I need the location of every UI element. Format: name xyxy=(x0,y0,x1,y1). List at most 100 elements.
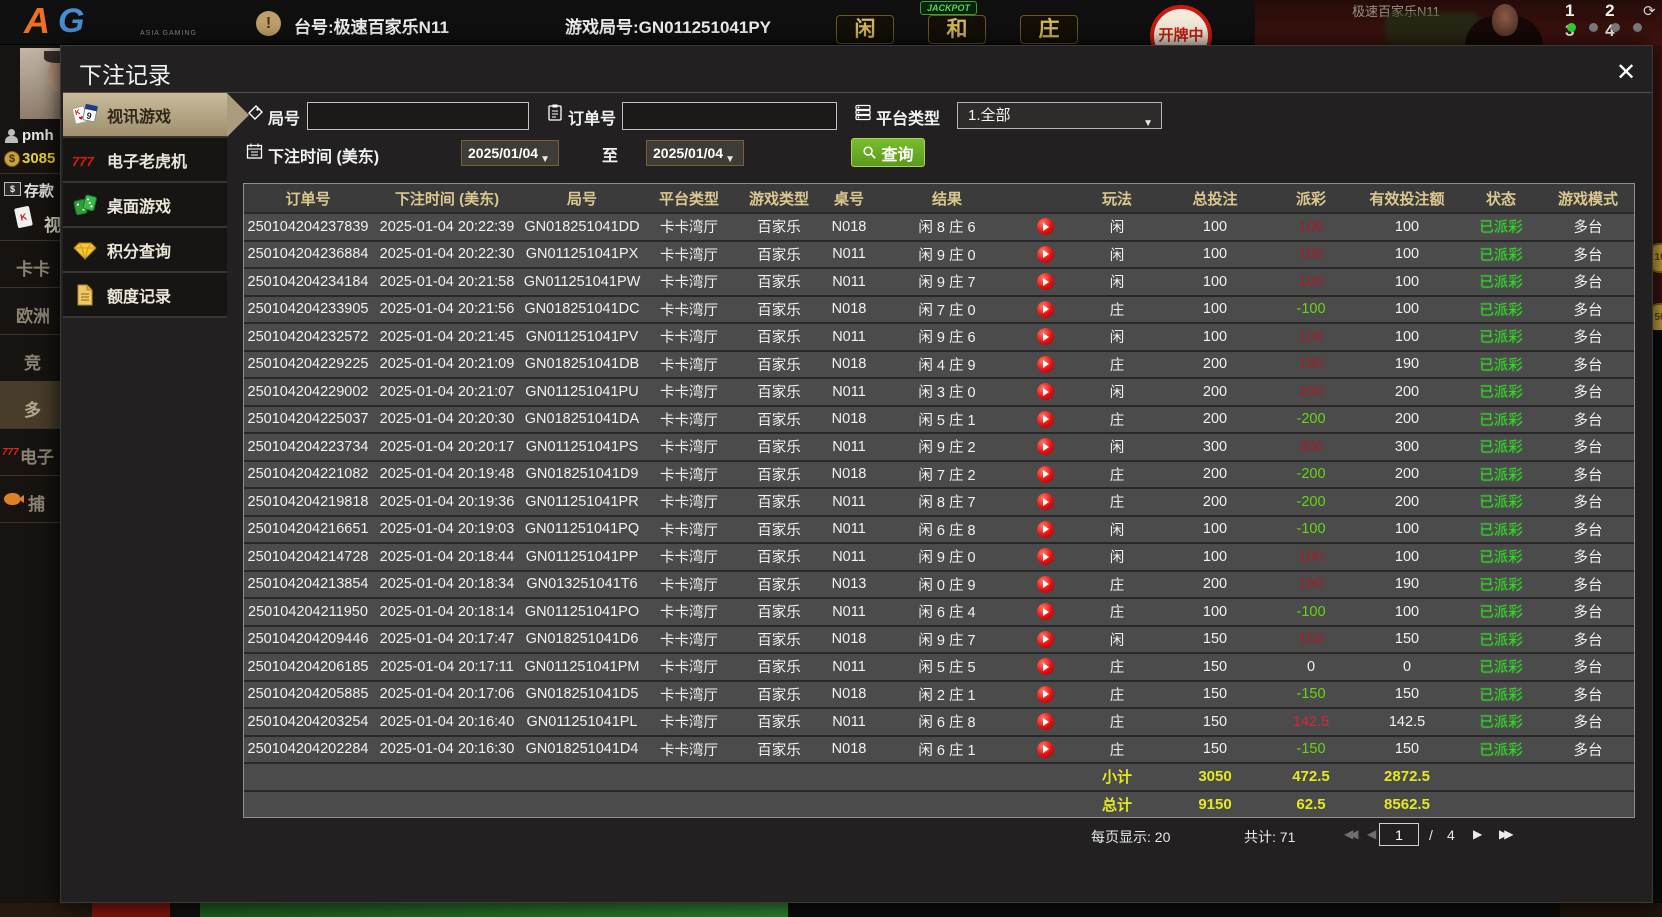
replay-icon[interactable] xyxy=(1036,713,1054,731)
replay-icon[interactable] xyxy=(1036,658,1054,676)
replay-icon[interactable] xyxy=(1036,465,1054,483)
table-row[interactable]: 250104204216651 2025-01-04 20:19:03 GN0112… xyxy=(244,514,1634,542)
bg-category-europe[interactable]: 欧洲 xyxy=(16,302,50,327)
table-row[interactable]: 250104204229225 2025-01-04 20:21:09 GN0182… xyxy=(244,349,1634,377)
cell-play: 庄 xyxy=(1109,715,1125,732)
table-row[interactable]: 250104204225037 2025-01-04 20:20:30 GN0182… xyxy=(244,404,1634,432)
menu-item-quota[interactable]: 额度记录 xyxy=(63,273,227,318)
cell-payout: 100 xyxy=(1298,328,1324,345)
menu-item-table-games[interactable]: 桌面游戏 xyxy=(63,183,227,228)
table-row[interactable]: 250104204213854 2025-01-04 20:18:34 GN0132… xyxy=(244,569,1634,597)
menu-label: 额度记录 xyxy=(107,288,172,306)
replay-icon[interactable] xyxy=(1036,300,1054,318)
replay-icon[interactable] xyxy=(1036,355,1054,373)
cell-table: N011 xyxy=(832,328,866,345)
cell-mode: 多台 xyxy=(1573,357,1603,374)
cell-payout: -100 xyxy=(1296,301,1326,318)
replay-icon[interactable] xyxy=(1036,328,1054,346)
search-button[interactable]: 查询 xyxy=(851,138,925,167)
date-to-picker[interactable]: 2025/01/04 ▼ xyxy=(646,140,744,166)
table-row[interactable]: 250104204202284 2025-01-04 20:16:30 GN0182… xyxy=(244,734,1634,762)
table-row[interactable]: 250104204214728 2025-01-04 20:18:44 GN0112… xyxy=(244,542,1634,570)
bg-category-slots[interactable]: 电子 xyxy=(20,443,54,468)
bet-banker-button[interactable]: 庄 xyxy=(1020,15,1078,44)
menu-item-points[interactable]: 积分查询 xyxy=(63,228,227,273)
replay-icon[interactable] xyxy=(1036,273,1054,291)
replay-icon[interactable] xyxy=(1036,383,1054,401)
table-row[interactable]: 250104204237839 2025-01-04 20:22:39 GN0182… xyxy=(244,212,1634,240)
replay-icon[interactable] xyxy=(1036,410,1054,428)
bg-category-fishing[interactable]: 捕 xyxy=(28,490,45,515)
replay-icon[interactable] xyxy=(1036,630,1054,648)
cell-bet: 150 xyxy=(1202,658,1228,675)
bet-tie-button[interactable]: 和 xyxy=(928,15,986,44)
refresh-icon[interactable]: ⟳ xyxy=(1643,2,1656,20)
cell-status: 已派彩 xyxy=(1479,412,1523,429)
replay-icon[interactable] xyxy=(1036,520,1054,538)
bg-category-kaka[interactable]: 卡卡 xyxy=(16,255,50,280)
table-row[interactable]: 250104204236884 2025-01-04 20:22:30 GN0112… xyxy=(244,239,1634,267)
cell-platform: 卡卡湾厅 xyxy=(660,605,718,622)
bg-category-duo[interactable]: 多 xyxy=(24,396,41,421)
table-row[interactable]: 250104204233905 2025-01-04 20:21:56 GN0182… xyxy=(244,294,1634,322)
table-row[interactable]: 250104204206185 2025-01-04 20:17:11 GN0112… xyxy=(244,652,1634,680)
table-row[interactable]: 250104204209446 2025-01-04 20:17:47 GN0182… xyxy=(244,624,1634,652)
info-icon[interactable]: ! xyxy=(256,11,281,36)
cell-time: 2025-01-04 20:17:11 xyxy=(380,658,514,675)
cell-bet: 100 xyxy=(1202,521,1228,538)
bg-category-jing[interactable]: 竞 xyxy=(24,349,41,374)
menu-item-video-games[interactable]: K 9 视讯游戏 xyxy=(63,93,249,138)
table-row[interactable]: 250104204229002 2025-01-04 20:21:07 GN0112… xyxy=(244,377,1634,405)
prev-page-icon[interactable]: ◀ xyxy=(1367,827,1376,841)
close-icon[interactable]: ✕ xyxy=(1616,58,1636,87)
cell-game: 百家乐 xyxy=(757,247,801,264)
cell-status: 已派彩 xyxy=(1479,275,1523,292)
cell-round: GN018251041D4 xyxy=(525,741,639,758)
replay-icon[interactable] xyxy=(1036,603,1054,621)
cell-order: 250104204205885 xyxy=(247,686,369,703)
cell-time: 2025-01-04 20:19:48 xyxy=(379,466,515,483)
replay-icon[interactable] xyxy=(1036,218,1054,236)
table-row[interactable]: 250104204205885 2025-01-04 20:17:06 GN0182… xyxy=(244,679,1634,707)
cell-order: 250104204237839 xyxy=(247,218,369,235)
first-page-icon[interactable]: ◀◀ xyxy=(1344,827,1359,841)
order-input[interactable] xyxy=(622,102,837,130)
replay-icon[interactable] xyxy=(1036,245,1054,263)
table-row[interactable]: 250104204223734 2025-01-04 20:20:17 GN0112… xyxy=(244,432,1634,460)
table-row[interactable]: 250104204203254 2025-01-04 20:16:40 GN0112… xyxy=(244,707,1634,735)
cell-valid: 150 xyxy=(1394,741,1420,758)
svg-text:777: 777 xyxy=(72,154,94,169)
replay-icon[interactable] xyxy=(1036,548,1054,566)
round-input[interactable] xyxy=(307,102,529,130)
replay-icon[interactable] xyxy=(1036,740,1054,758)
menu-item-slots[interactable]: 777 电子老虎机 xyxy=(63,138,227,183)
replay-icon[interactable] xyxy=(1036,575,1054,593)
replay-icon[interactable] xyxy=(1036,685,1054,703)
avatar[interactable] xyxy=(20,48,76,119)
last-page-icon[interactable]: ▶▶ xyxy=(1499,827,1514,841)
date-from-picker[interactable]: 2025/01/04 ▼ xyxy=(461,140,559,166)
cell-status: 已派彩 xyxy=(1479,660,1523,677)
col-status: 状态 xyxy=(1485,190,1516,208)
cell-valid: 142.5 xyxy=(1388,713,1426,730)
table-row[interactable]: 250104204234184 2025-01-04 20:21:58 GN0112… xyxy=(244,267,1634,295)
slot-777-mini-icon: 777 xyxy=(2,447,19,458)
chevron-down-icon: ▼ xyxy=(540,154,550,165)
table-row[interactable]: 250104204232572 2025-01-04 20:21:45 GN0112… xyxy=(244,322,1634,350)
replay-icon[interactable] xyxy=(1036,493,1054,511)
deposit-button[interactable]: 存款 xyxy=(24,180,54,201)
table-row[interactable]: 250104204211950 2025-01-04 20:18:14 GN0112… xyxy=(244,597,1634,625)
table-row[interactable]: 250104204219818 2025-01-04 20:19:36 GN0112… xyxy=(244,487,1634,515)
replay-icon[interactable] xyxy=(1036,438,1054,456)
replay-cell xyxy=(1018,575,1072,593)
table-row[interactable]: 250104204221082 2025-01-04 20:19:48 GN0182… xyxy=(244,459,1634,487)
next-page-icon[interactable]: ▶ xyxy=(1473,827,1482,841)
page-input[interactable] xyxy=(1379,823,1419,846)
bg-video-item[interactable]: 视 xyxy=(44,211,61,236)
cell-play: 闲 xyxy=(1109,550,1125,567)
bet-player-button[interactable]: 闲 xyxy=(836,15,894,44)
total-valid: 8562.5 xyxy=(1384,795,1430,813)
cell-payout: 100 xyxy=(1298,246,1324,263)
replay-cell xyxy=(1018,218,1072,236)
platform-select[interactable]: 1.全部 ▼ xyxy=(957,102,1162,129)
